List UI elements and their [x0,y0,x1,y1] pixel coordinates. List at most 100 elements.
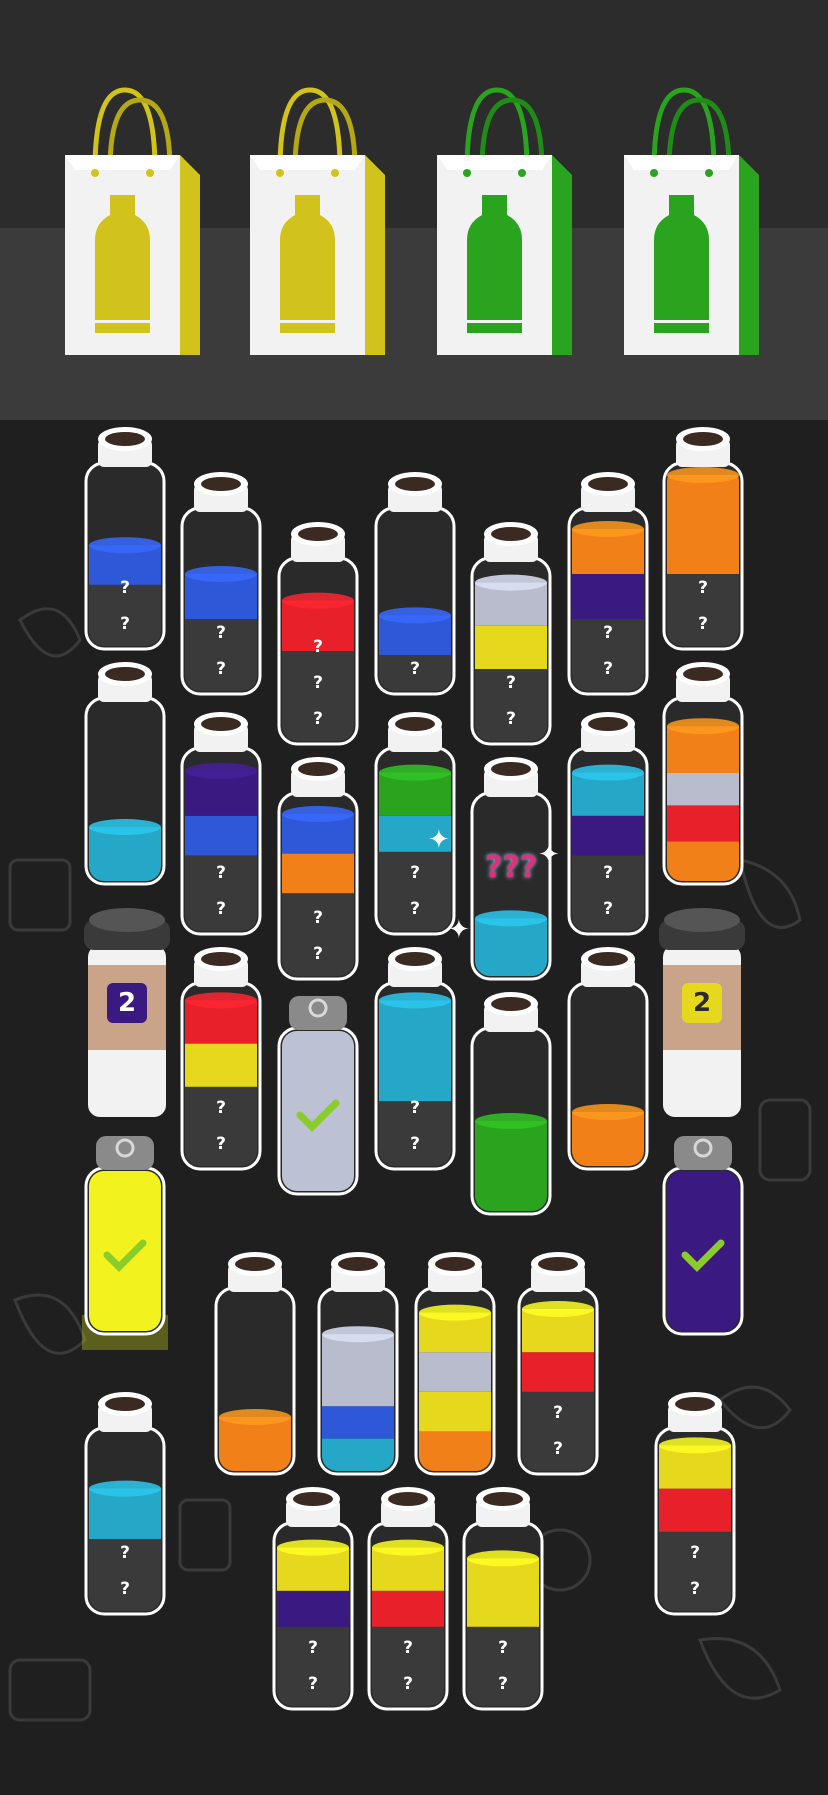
liquid-layer [572,815,644,856]
cup-count-badge: 2 [692,988,712,1018]
bottle[interactable]: ?? [468,520,554,760]
liquid-layer [277,1590,349,1627]
hidden-layer-mark: ? [603,623,613,643]
liquid-layer [667,475,739,574]
bottle[interactable] [565,945,651,1185]
liquid-layer [372,1590,444,1627]
liquid-layer [219,1417,291,1471]
liquid-layer [185,1043,257,1087]
hidden-layer-mark: ? [120,578,130,598]
bottle[interactable]: ?? [460,1485,546,1725]
bottle[interactable]: ?? [565,470,651,710]
bottle[interactable] [212,1250,298,1490]
hidden-layer-mark: ? [698,578,708,598]
liquid-layer [322,1438,394,1471]
liquid-layer [89,827,161,881]
bottle[interactable]: ?? [652,1390,738,1630]
hidden-layer-mark: ? [498,1638,508,1658]
liquid-layer [475,1121,547,1211]
cup-count-badge: 2 [117,988,137,1018]
hidden-layer-mark: ? [120,614,130,634]
liquid-layer [419,1391,491,1432]
liquid-layer [667,805,739,842]
liquid-layer [322,1406,394,1439]
completed-bottle[interactable] [660,1130,746,1350]
hidden-layer-mark: ? [690,1579,700,1599]
hidden-layer-mark: ? [410,659,420,679]
hidden-layer-mark: ? [410,1098,420,1118]
liquid-layer [522,1352,594,1392]
shopping-bag[interactable] [65,85,200,360]
bottle[interactable]: ?? [178,470,264,710]
hidden-layer-mark: ? [410,1134,420,1154]
bottle[interactable]: ?? [515,1250,601,1490]
hidden-layer-mark: ? [498,1674,508,1694]
hidden-layer-mark: ? [308,1674,318,1694]
bottle[interactable]: ? [372,470,458,710]
liquid-layer [572,1112,644,1166]
bottle[interactable]: ?? [365,1485,451,1725]
bottle[interactable]: ?? [178,945,264,1185]
liquid-layer [667,773,739,806]
hidden-layer-mark: ? [216,863,226,883]
bottle[interactable]: ?? [565,710,651,950]
bottle[interactable] [315,1250,401,1490]
hidden-layer-mark: ? [313,908,323,928]
hidden-layer-mark: ? [216,899,226,919]
hidden-layer-mark: ? [120,1543,130,1563]
completed-bottle[interactable] [55,1130,195,1360]
liquid-layer [89,1171,161,1331]
shopping-bag[interactable] [437,85,572,360]
hidden-layer-mark: ? [313,673,323,693]
hidden-layer-mark: ? [690,1543,700,1563]
hidden-layer-mark: ? [603,899,613,919]
bottle[interactable] [412,1250,498,1490]
bottle[interactable]: ?? [270,1485,356,1725]
completed-bottle[interactable] [275,990,361,1210]
hidden-layer-mark: ? [308,1638,318,1658]
hidden-layer-mark: ? [603,863,613,883]
hidden-layer-mark: ? [403,1674,413,1694]
shopping-bag[interactable] [624,85,759,360]
shopping-bag[interactable] [250,85,385,360]
liquid-layer [282,853,354,894]
bottle[interactable] [82,660,168,900]
hidden-layer-mark: ? [553,1403,563,1423]
hidden-layer-mark: ? [313,709,323,729]
hidden-layer-mark: ? [506,673,516,693]
bottle[interactable]: ?? [82,1390,168,1630]
bottle[interactable]: ?? [275,755,361,995]
hidden-layer-mark: ? [313,944,323,964]
hidden-layer-mark: ? [410,863,420,883]
liquid-layer [475,625,547,669]
hidden-layer-mark: ? [506,709,516,729]
bottle[interactable]: ?? [660,425,746,665]
sparkle-icon: ✦ [538,840,560,870]
hidden-layer-mark: ? [603,659,613,679]
liquid-layer [467,1558,539,1627]
locked-cup[interactable]: 2 [655,900,749,1122]
hidden-layer-mark: ? [216,659,226,679]
hidden-layer-mark: ? [216,1098,226,1118]
liquid-layer [379,1000,451,1102]
liquid-layer [419,1352,491,1392]
sparkle-icon: ✦ [428,825,450,855]
hidden-layer-mark: ? [553,1439,563,1459]
hidden-layer-mark: ? [698,614,708,634]
liquid-layer [659,1488,731,1532]
bottle[interactable] [660,660,746,900]
hidden-layer-mark: ? [403,1638,413,1658]
locked-cup[interactable]: 2 [80,900,174,1122]
liquid-layer [322,1334,394,1407]
bottle[interactable]: ??? [275,520,361,760]
liquid-layer [667,841,739,881]
hidden-layer-mark: ? [313,637,323,657]
bottle[interactable] [468,990,554,1230]
liquid-layer [572,574,644,619]
bottle[interactable]: ?? [178,710,264,950]
liquid-layer [419,1431,491,1471]
bottle[interactable]: ?? [82,425,168,665]
bottle[interactable]: ?? [372,945,458,1185]
bottle[interactable]: ??? ✦ ✦ ✦ [428,755,560,995]
sparkle-icon: ✦ [448,915,470,945]
